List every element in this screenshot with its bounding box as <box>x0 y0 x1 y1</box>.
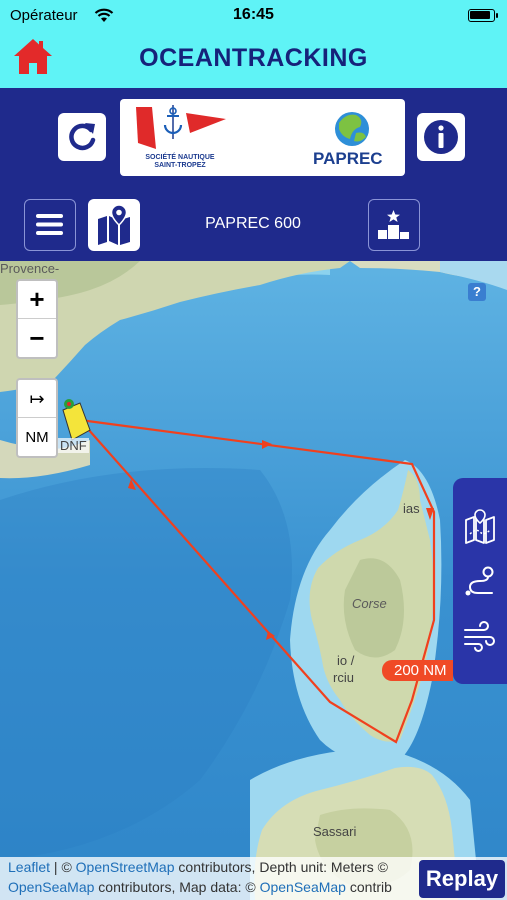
sponsor-logo-card: SOCIÉTÉ NAUTIQUE SAINT-TROPEZ PAPREC <box>120 99 405 176</box>
side-tools-panel <box>453 478 507 684</box>
paprec-logo-text: PAPREC <box>313 149 383 168</box>
zoom-out-button[interactable]: − <box>18 320 56 358</box>
snst-logo-text: SOCIÉTÉ NAUTIQUE SAINT-TROPEZ <box>145 154 215 169</box>
map-view[interactable]: Provence- Corse io / rciu ias Sassari DN… <box>0 261 507 900</box>
label-bastia: ias <box>403 501 420 516</box>
label-provence: Provence- <box>0 261 60 276</box>
zoom-control: + − <box>16 279 58 359</box>
label-sassari: Sassari <box>313 824 357 839</box>
app-title: OCEANTRACKING <box>139 44 368 72</box>
measure-toggle-icon[interactable]: ↦ <box>18 380 56 418</box>
attribution-text: | © <box>50 859 76 875</box>
openseamap-link[interactable]: OpenSeaMap <box>8 879 94 895</box>
status-time: 16:45 <box>233 6 274 23</box>
wind-icon[interactable] <box>462 618 498 654</box>
header-band: SOCIÉTÉ NAUTIQUE SAINT-TROPEZ PAPREC PAP… <box>0 88 507 261</box>
refresh-button[interactable] <box>58 113 106 161</box>
map-view-button[interactable] <box>88 199 140 251</box>
hamburger-icon <box>36 214 63 235</box>
app-bar: OCEANTRACKING <box>0 30 507 88</box>
refresh-icon <box>69 123 96 151</box>
label-ajaccio-b: rciu <box>333 670 354 685</box>
distance-label: 200 NM <box>382 660 453 681</box>
info-button[interactable] <box>417 113 465 161</box>
menu-button[interactable] <box>24 199 76 251</box>
race-name: PAPREC 600 <box>205 215 301 232</box>
podium-icon <box>378 210 409 239</box>
leaflet-link[interactable]: Leaflet <box>8 859 50 875</box>
info-icon <box>424 120 458 154</box>
ranking-button[interactable] <box>368 199 420 251</box>
attribution-text: contributors, Map data: © <box>94 879 260 895</box>
help-icon[interactable]: ? <box>468 283 486 301</box>
status-bar: Opérateur 16:45 <box>0 0 507 30</box>
unit-control: ↦ NM <box>16 378 58 458</box>
label-ajaccio-a: io / <box>337 653 355 668</box>
nautical-map <box>0 261 507 900</box>
label-corse: Corse <box>352 596 387 611</box>
boat-status-tag: DNF <box>58 438 89 453</box>
attribution-text: contributors, Depth unit: Meters © <box>174 859 388 875</box>
map-pin-icon <box>98 204 130 245</box>
route-path-icon[interactable] <box>462 563 498 599</box>
battery-icon <box>468 9 498 22</box>
attribution-text: contrib <box>345 879 392 895</box>
map-route-icon[interactable] <box>462 508 498 544</box>
zoom-in-button[interactable]: + <box>18 281 56 319</box>
osm-link[interactable]: OpenStreetMap <box>76 859 175 875</box>
unit-nm-button[interactable]: NM <box>18 419 56 457</box>
openseamap-link-2[interactable]: OpenSeaMap <box>260 879 346 895</box>
replay-button[interactable]: Replay <box>419 860 505 898</box>
